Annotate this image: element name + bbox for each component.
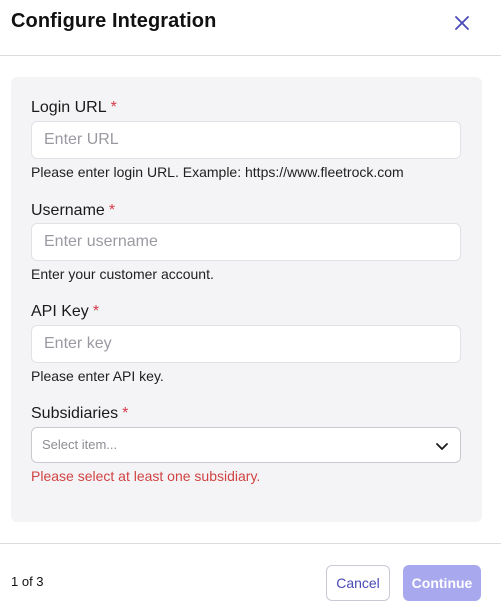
api-key-help: Please enter API key. — [31, 368, 164, 384]
login-url-input[interactable] — [31, 121, 461, 159]
api-key-input[interactable] — [31, 325, 461, 363]
continue-button[interactable]: Continue — [403, 565, 481, 601]
required-marker: * — [92, 303, 100, 320]
api-key-label: API Key * — [31, 303, 99, 321]
dialog-title: Configure Integration — [11, 10, 217, 32]
required-marker: * — [110, 99, 117, 116]
dialog-header: Configure Integration — [0, 0, 501, 56]
close-button[interactable] — [449, 10, 475, 36]
required-marker: * — [108, 202, 116, 219]
subsidiaries-error: Please select at least one subsidiary. — [31, 468, 261, 484]
dialog-footer: 1 of 3 Cancel Continue — [0, 543, 501, 601]
login-url-help: Please enter login URL. Example: https:/… — [31, 164, 404, 180]
chevron-down-icon — [436, 443, 448, 450]
username-label-text: Username — [31, 202, 105, 219]
cancel-button[interactable]: Cancel — [326, 565, 390, 601]
form-panel: Login URL* Please enter login URL. Examp… — [11, 77, 482, 522]
subsidiaries-select[interactable]: Select item... — [31, 427, 461, 463]
required-marker: * — [122, 405, 129, 422]
close-icon — [455, 16, 469, 30]
login-url-label-text: Login URL — [31, 99, 107, 116]
step-indicator: 1 of 3 — [11, 574, 44, 589]
api-key-label-text: API Key — [31, 303, 89, 320]
configure-integration-dialog: Configure Integration Login URL* Please … — [0, 0, 501, 601]
subsidiaries-label-text: Subsidiaries — [31, 405, 119, 422]
login-url-label: Login URL * — [31, 99, 117, 117]
username-input[interactable] — [31, 223, 461, 261]
username-help: Enter your customer account. — [31, 266, 214, 282]
subsidiaries-select-placeholder: Select item... — [42, 437, 118, 452]
username-label: Username * — [31, 202, 115, 220]
subsidiaries-label: Subsidiaries * — [31, 405, 128, 423]
